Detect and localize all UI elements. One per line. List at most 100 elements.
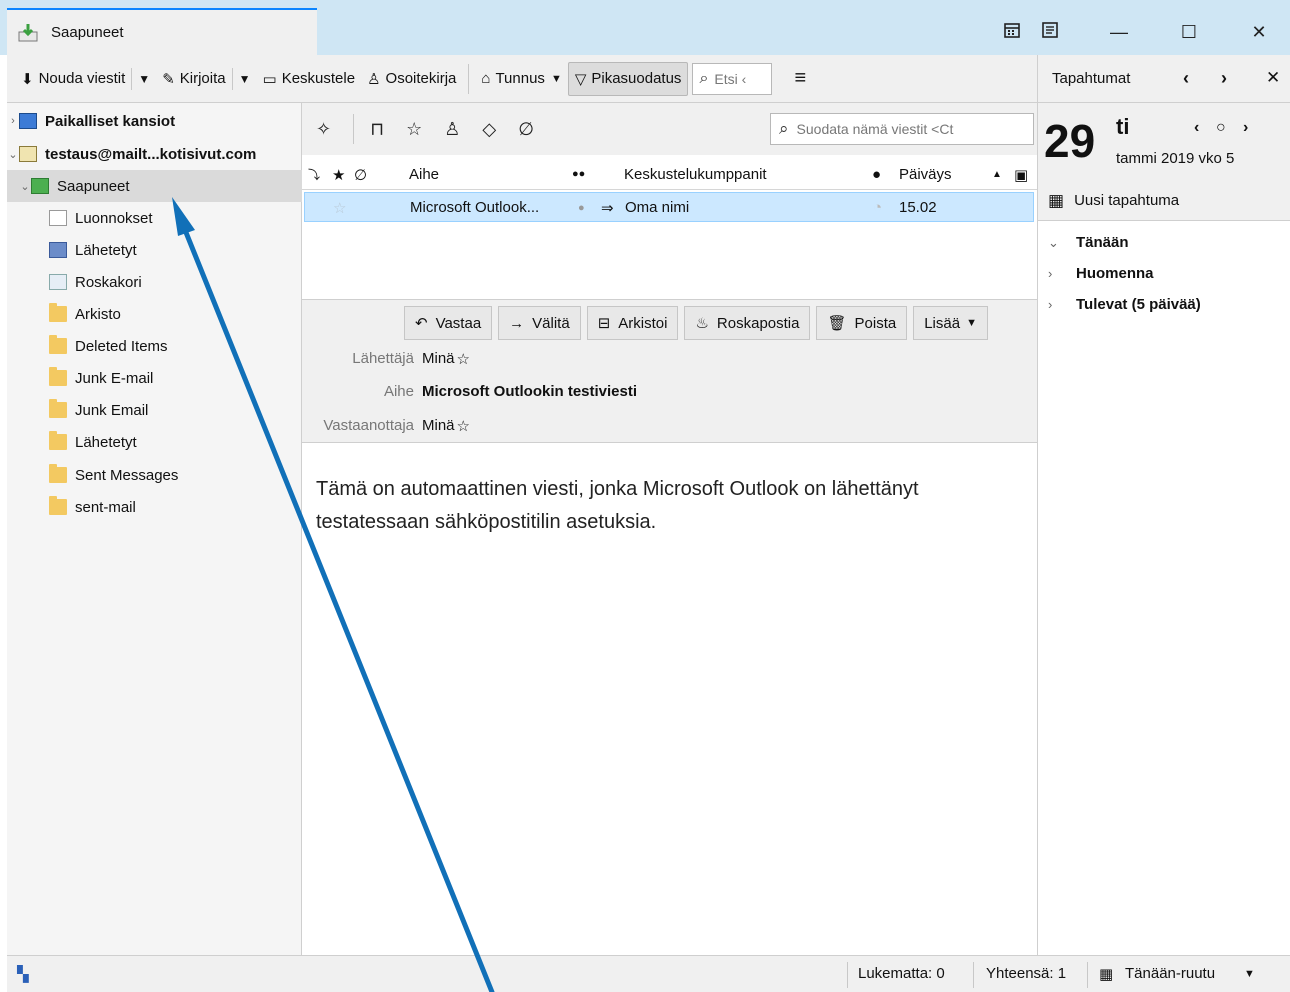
table-row[interactable]: ☆ Microsoft Outlook... ● ⇒ Oma nimi ◔ 15… xyxy=(304,192,1034,222)
folder-archive[interactable]: Arkisto xyxy=(7,298,302,330)
write-button[interactable]: ✎ Kirjoita ▼ xyxy=(156,62,256,96)
star-icon[interactable]: ☆ xyxy=(406,119,422,140)
folder-local[interactable]: › Paikalliset kansiot xyxy=(7,105,302,137)
chevron-down-icon: ▼ xyxy=(550,72,562,85)
funnel-icon: ▽ xyxy=(574,70,587,88)
expand-icon[interactable]: › xyxy=(7,115,19,127)
tab-inbox[interactable]: Saapuneet xyxy=(7,8,317,55)
reply-label: Vastaa xyxy=(435,314,482,332)
attachment-column-icon[interactable]: ∅ xyxy=(354,166,367,184)
message-text: Tämä on automaattinen viesti, jonka Micr… xyxy=(316,478,919,533)
star-icon[interactable]: ☆ xyxy=(457,417,470,435)
read-status-icon[interactable]: ●● xyxy=(572,168,585,180)
today-circle-icon[interactable]: ○ xyxy=(1216,119,1226,137)
folder-account[interactable]: ⌄ testaus@mailt...kotisivut.com xyxy=(7,138,302,170)
folder-drafts[interactable]: Luonnokset xyxy=(7,202,302,234)
chat-button[interactable]: ▭ Keskustele xyxy=(257,62,362,96)
chevron-down-icon: ▼ xyxy=(966,317,977,329)
collapse-icon[interactable]: ⌄ xyxy=(1048,235,1076,251)
chevron-down-icon[interactable]: ▼ xyxy=(1244,968,1255,980)
previous-icon[interactable]: ‹ xyxy=(1183,68,1189,89)
from-value[interactable]: Minä xyxy=(422,350,455,368)
header-from: Lähettäjä Minä ☆ xyxy=(302,350,470,368)
close-button[interactable]: ✕ xyxy=(1236,12,1282,52)
folder-icon xyxy=(49,464,67,483)
address-book-button[interactable]: ♙ Osoitekirja xyxy=(361,62,462,96)
next-icon[interactable]: › xyxy=(1221,68,1227,89)
delete-button[interactable]: 🗑 Poista xyxy=(816,306,908,340)
folder-icon xyxy=(49,303,67,322)
forward-button[interactable]: → Välitä xyxy=(498,306,581,340)
app-menu-button[interactable]: ≡ xyxy=(788,62,812,96)
tasks-icon[interactable] xyxy=(1040,20,1060,40)
new-event-button[interactable]: ▦ Uusi tapahtuma xyxy=(1038,181,1290,221)
online-status-icon[interactable]: ▚ xyxy=(17,965,29,983)
column-correspondents[interactable]: Keskustelukumppanit xyxy=(624,166,767,183)
folder-inbox[interactable]: ⌄ Saapuneet xyxy=(7,170,302,202)
expand-icon[interactable]: › xyxy=(1048,266,1076,281)
folder-sent-messages[interactable]: Sent Messages xyxy=(7,459,302,491)
today-pane-toggle[interactable]: Tänään-ruutu xyxy=(1125,965,1215,982)
folder-label: Roskakori xyxy=(75,273,142,291)
agenda-tomorrow[interactable]: › Huomenna xyxy=(1048,265,1154,282)
star-column-icon[interactable]: ★ xyxy=(332,166,345,184)
inbox-icon xyxy=(17,22,39,44)
get-messages-button[interactable]: ⬇ Nouda viestit ▼ xyxy=(15,62,156,96)
sticky-pin-icon[interactable]: ✧ xyxy=(316,119,331,140)
message-header: ↶ Vastaa → Välitä ⊟ Arkistoi ♨ Roskapost… xyxy=(302,300,1037,443)
to-value[interactable]: Minä xyxy=(422,417,455,435)
folder-sent[interactable]: Lähetetyt xyxy=(7,234,302,266)
folder-junk-e-mail[interactable]: Junk E-mail xyxy=(7,362,302,394)
close-pane-icon[interactable]: ✕ xyxy=(1266,68,1280,88)
folder-pane: › Paikalliset kansiot ⌄ testaus@mailt...… xyxy=(7,103,302,955)
attachment-icon[interactable]: ∅ xyxy=(518,119,534,140)
junk-button[interactable]: ♨ Roskapostia xyxy=(684,306,811,340)
chevron-down-icon[interactable]: ▼ xyxy=(231,67,251,90)
mail-account-icon xyxy=(19,146,37,162)
trash-icon: 🗑 xyxy=(827,315,847,332)
folder-icon xyxy=(49,335,67,354)
agenda-upcoming[interactable]: › Tulevat (5 päivää) xyxy=(1048,296,1201,313)
tag-button[interactable]: ⌂ Tunnus ▼ xyxy=(475,62,567,96)
unread-filter-icon[interactable]: ⊓ xyxy=(370,119,384,140)
collapse-icon[interactable]: ⌄ xyxy=(7,148,19,161)
archive-button[interactable]: ⊟ Arkistoi xyxy=(586,306,679,340)
folder-junk-email[interactable]: Junk Email xyxy=(7,394,302,426)
tab-label: Saapuneet xyxy=(51,24,124,41)
next-day-icon[interactable]: › xyxy=(1243,119,1248,137)
minimize-button[interactable]: — xyxy=(1096,12,1142,52)
junk-icon[interactable]: ◔ xyxy=(873,199,882,216)
star-icon[interactable]: ☆ xyxy=(333,199,346,217)
write-label: Kirjoita xyxy=(179,70,226,87)
junk-column-icon[interactable]: ● xyxy=(872,166,881,183)
tag-icon[interactable]: ◇ xyxy=(482,119,496,140)
folder-sent-2[interactable]: Lähetetyt xyxy=(7,426,302,458)
thread-column-icon[interactable]: ⤵ xyxy=(308,166,320,183)
more-button[interactable]: Lisää ▼ xyxy=(913,306,988,340)
reply-button[interactable]: ↶ Vastaa xyxy=(404,306,493,340)
folder-deleted-items[interactable]: Deleted Items xyxy=(7,330,302,362)
chevron-down-icon[interactable]: ▼ xyxy=(131,67,150,90)
folder-icon xyxy=(49,431,67,450)
agenda-today[interactable]: ⌄ Tänään xyxy=(1048,234,1129,251)
quick-filter-button[interactable]: ▽ Pikasuodatus xyxy=(567,61,689,96)
folder-label: testaus@mailt...kotisivut.com xyxy=(45,145,257,163)
expand-icon[interactable]: › xyxy=(1048,297,1076,312)
folder-trash[interactable]: Roskakori xyxy=(7,266,302,298)
maximize-button[interactable]: ☐ xyxy=(1166,12,1212,52)
folder-sent-mail[interactable]: sent-mail xyxy=(7,491,302,523)
contact-icon[interactable]: ♙ xyxy=(444,119,460,140)
collapse-icon[interactable]: ⌄ xyxy=(19,180,31,193)
filter-separator xyxy=(353,114,355,144)
filter-messages-input[interactable]: ⌕ Suodata nämä viestit <Ct xyxy=(770,113,1034,145)
read-dot-icon[interactable]: ● xyxy=(578,202,585,214)
previous-day-icon[interactable]: ‹ xyxy=(1194,119,1199,137)
column-date[interactable]: Päiväys xyxy=(899,166,952,183)
search-input[interactable]: ⌕ Etsi ‹ xyxy=(692,62,773,95)
column-subject[interactable]: Aihe xyxy=(409,166,439,183)
title-bar: Saapuneet — ☐ ✕ xyxy=(0,0,1290,55)
star-icon[interactable]: ☆ xyxy=(457,350,470,368)
column-picker-icon[interactable]: ▣ xyxy=(1014,166,1028,184)
calendar-icon[interactable] xyxy=(1002,20,1022,40)
status-separator xyxy=(847,962,848,988)
